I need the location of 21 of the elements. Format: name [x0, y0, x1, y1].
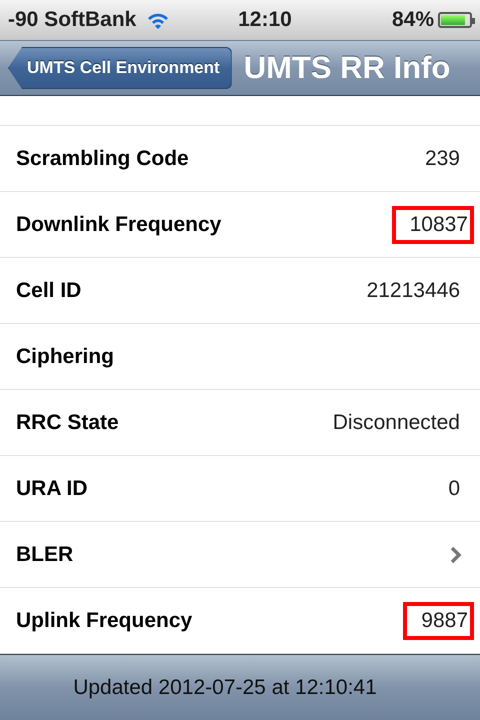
row-label: RRC State	[16, 410, 120, 434]
row-value: 21213446	[366, 278, 461, 304]
chevron-icon[interactable]	[450, 546, 462, 564]
status-text: Updated 2012-07-25 at 12:10:41	[73, 676, 377, 700]
row-label: Cell ID	[16, 278, 82, 302]
wifi-icon	[146, 11, 170, 29]
row-value: 0	[447, 476, 461, 502]
row-label: Downlink Frequency	[16, 212, 222, 236]
row-value: Disconnected	[332, 410, 461, 436]
battery-icon	[438, 12, 472, 28]
row-label: URA ID	[16, 476, 89, 500]
row-label: Scrambling Code	[16, 146, 190, 170]
row-label: Ciphering	[16, 344, 115, 368]
row-value: 239	[424, 146, 461, 172]
row-label: BLER	[16, 542, 74, 566]
screen-title: UMTS RR Info	[244, 50, 450, 86]
carrier-label: -90 SoftBank	[8, 8, 136, 32]
clock: 12:10	[237, 8, 293, 32]
row-label: Uplink Frequency	[16, 608, 194, 632]
battery-percent: 84%	[392, 8, 434, 32]
back-button[interactable]: UMTS Cell Environment	[8, 47, 232, 89]
